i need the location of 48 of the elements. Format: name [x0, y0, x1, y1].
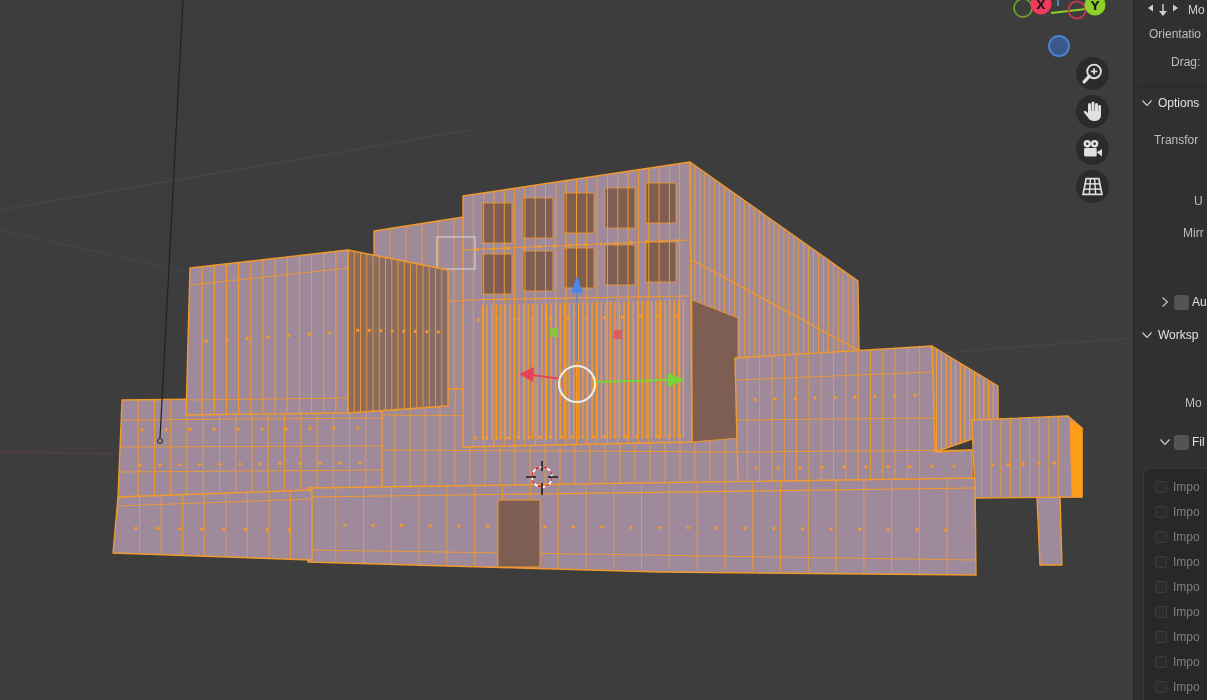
right-arrow-icon[interactable]: [595, 373, 685, 387]
property-label: Transfor: [1154, 132, 1199, 149]
option-label: Impo: [1173, 528, 1200, 546]
property-label: Drag:: [1171, 54, 1201, 71]
option-label: Impo: [1173, 653, 1200, 671]
axis-handle[interactable]: X: [1030, 0, 1052, 15]
chevron-down-icon[interactable]: [1142, 332, 1152, 338]
zoom-button[interactable]: [1076, 57, 1109, 90]
pan-button[interactable]: [1076, 94, 1109, 128]
hand-icon: [1082, 100, 1103, 122]
property-label: Mo: [1185, 395, 1202, 412]
camera-icon: [1082, 138, 1103, 159]
checkbox[interactable]: [1174, 434, 1189, 450]
panel-header[interactable]: Options: [1142, 93, 1200, 113]
up-arrow-icon[interactable]: [571, 276, 583, 363]
option-label: Impo: [1173, 603, 1200, 621]
left-arrow-icon[interactable]: [519, 367, 563, 382]
pivot-ring-icon[interactable]: [557, 364, 597, 404]
axis-disc-icon[interactable]: [1048, 35, 1070, 57]
perspective-button[interactable]: [1076, 169, 1109, 203]
plane-handle-icon[interactable]: [614, 330, 622, 339]
panel-header[interactable]: Fil: [1160, 432, 1205, 452]
plane-handle-icon[interactable]: [550, 328, 558, 337]
chevron-down-icon[interactable]: [1160, 439, 1170, 445]
option-label: Impo: [1173, 503, 1200, 521]
property-label: Orientatio: [1149, 26, 1202, 43]
chevron-right-icon[interactable]: [1162, 297, 1168, 307]
axis-ring-icon[interactable]: [1013, 0, 1033, 18]
zoom-in-icon: [1082, 63, 1103, 84]
grid-plane-icon: [1082, 175, 1103, 197]
move-arrows-icon: [1148, 4, 1178, 16]
property-label: Mirr: [1183, 225, 1204, 242]
camera-button[interactable]: [1076, 132, 1109, 165]
option-label: Impo: [1173, 578, 1200, 596]
tool-name-label: Mo: [1188, 2, 1205, 19]
option-label: Impo: [1173, 553, 1200, 571]
checkbox[interactable]: [1174, 294, 1189, 310]
option-label: Impo: [1173, 628, 1200, 646]
property-label: U: [1194, 193, 1203, 210]
panel-header[interactable]: Au: [1160, 292, 1207, 312]
chevron-down-icon[interactable]: [1142, 100, 1152, 106]
cursor-crosshair-icon: [525, 460, 559, 496]
selection-outline: [436, 236, 476, 270]
option-label: Impo: [1173, 478, 1200, 496]
option-label: Impo: [1173, 678, 1200, 696]
axis-ring-icon[interactable]: [1067, 0, 1087, 20]
panel-header[interactable]: Worksp: [1142, 325, 1199, 345]
axis-handle[interactable]: Y: [1084, 0, 1106, 16]
